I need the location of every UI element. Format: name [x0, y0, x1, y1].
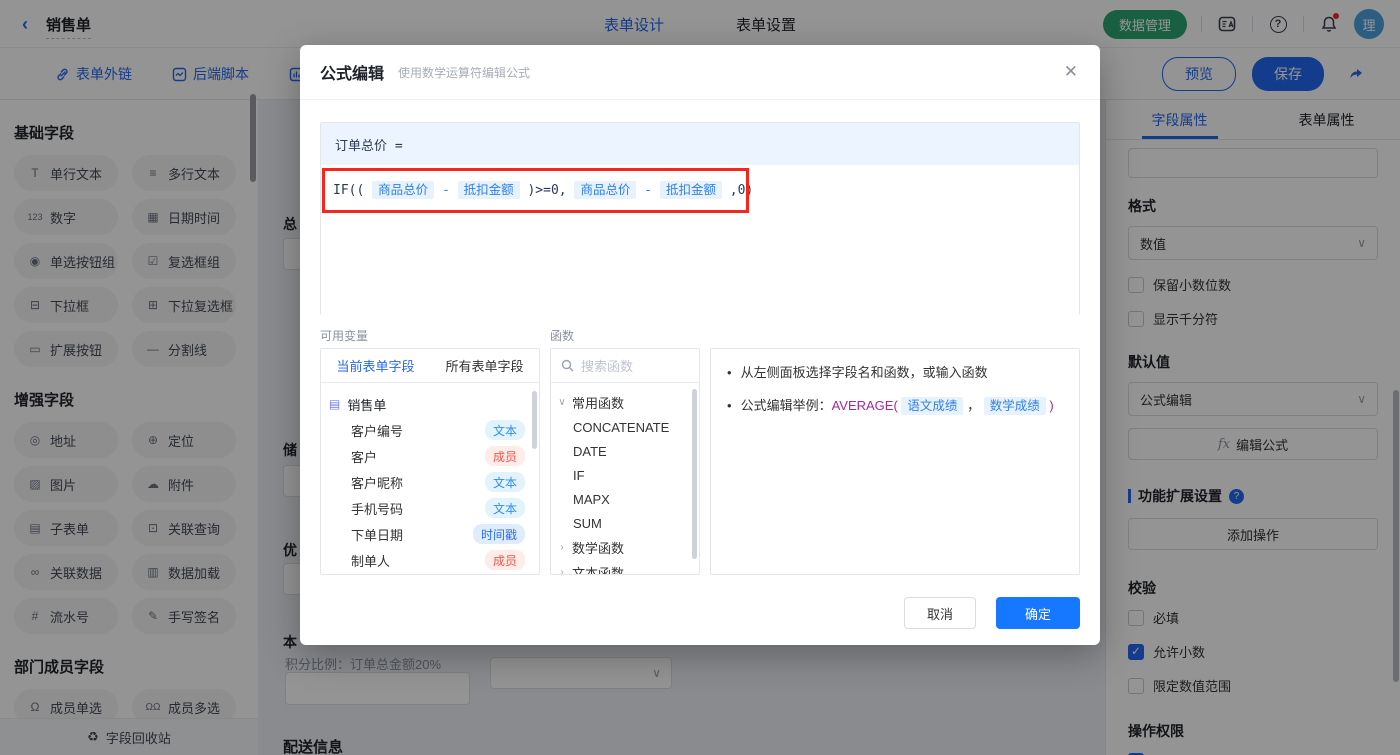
function-item[interactable]: MAPX	[557, 487, 693, 511]
tip-item: • 从左侧面板选择字段名和函数，或输入函数	[727, 363, 1065, 383]
function-item[interactable]: CONCATENATE	[557, 415, 693, 439]
variable-name: 下单日期	[351, 527, 404, 543]
variable-name: 手机号码	[351, 501, 404, 517]
formula-editor-box: 订单总价 = IF(( 商品总价 - 抵扣金额 )>=0, 商品总价 - 抵扣金…	[320, 122, 1080, 315]
modal-title: 公式编辑	[320, 66, 385, 83]
type-badge: 成员	[484, 446, 525, 466]
variable-row[interactable]: 手机号码 文本	[329, 495, 531, 521]
function-group-text[interactable]: › 文本函数	[557, 560, 693, 575]
function-item[interactable]: SUM	[557, 511, 693, 535]
tip-text: 公式编辑举例：AVERAGE( 语文成绩 ， 数学成绩 )	[740, 397, 1054, 415]
tab-current-form-fields[interactable]: 当前表单字段	[321, 349, 430, 382]
variable-row[interactable]: 客户 成员	[329, 443, 531, 469]
type-badge: 时间戳	[472, 524, 525, 544]
formula-target-field: 订单总价 =	[321, 123, 1079, 165]
variable-name: 客户昵称	[351, 475, 404, 491]
chevron-right-icon: ›	[560, 567, 564, 575]
formula-operator: -	[441, 183, 450, 198]
type-badge: 成员	[484, 550, 525, 570]
function-search[interactable]: 搜索函数	[551, 349, 699, 383]
field-chip: 数学成绩	[983, 397, 1046, 415]
variable-name: 制单人	[351, 553, 391, 569]
functions-label: 函数	[550, 329, 575, 343]
tips-panel: • 从左侧面板选择字段名和函数，或输入函数 • 公式编辑举例：AVERAGE( 语…	[710, 348, 1080, 575]
variable-name: 客户编号	[351, 423, 404, 439]
tip-text: 从左侧面板选择字段名和函数，或输入函数	[740, 365, 988, 380]
modal-header: 公式编辑 使用数学运算符编辑公式	[300, 45, 1100, 100]
type-badge: 文本	[484, 472, 525, 492]
function-item[interactable]: DATE	[557, 439, 693, 463]
function-item[interactable]: IF	[557, 463, 693, 487]
variable-row[interactable]: 客户编号 文本	[329, 417, 531, 443]
type-badge: 文本	[484, 420, 525, 440]
form-icon: ▤	[329, 397, 341, 411]
variable-row[interactable]: 客户昵称 文本	[329, 469, 531, 495]
form-node[interactable]: ▤ 销售单	[329, 391, 531, 417]
variables-label: 可用变量	[320, 329, 369, 343]
variables-panel: 当前表单字段 所有表单字段 ▤ 销售单 客户编号 文本 客户 成员 客户昵称 文本 手机…	[320, 348, 540, 575]
close-icon[interactable]: ✕	[1064, 63, 1078, 80]
variable-row[interactable]: 制单人 成员	[329, 547, 531, 573]
formula-operator: -	[644, 183, 653, 198]
formula-input-area[interactable]: IF(( 商品总价 - 抵扣金额 )>=0, 商品总价 - 抵扣金额 ,0)	[321, 165, 1079, 315]
group-label: 常用函数	[572, 396, 625, 411]
formula-text: )>=0,	[527, 183, 567, 198]
modal-subtitle: 使用数学运算符编辑公式	[398, 65, 531, 80]
field-chip[interactable]: 抵扣金额	[659, 181, 722, 199]
chevron-down-icon: ∨	[558, 397, 566, 408]
function-group-common[interactable]: ∨ 常用函数	[557, 390, 693, 415]
bullet: •	[727, 398, 732, 413]
function-tree: ∨ 常用函数 CONCATENATE DATE IF MAPX SUM › 数学函数…	[551, 383, 699, 575]
search-placeholder: 搜索函数	[581, 359, 634, 374]
group-label: 数学函数	[572, 541, 625, 556]
tip-item: • 公式编辑举例：AVERAGE( 语文成绩 ， 数学成绩 )	[727, 396, 1065, 416]
variable-row[interactable]: 下单日期 时间戳	[329, 521, 531, 547]
bullet: •	[727, 365, 732, 380]
field-chip: 语文成绩	[901, 397, 964, 415]
field-chip[interactable]: 抵扣金额	[457, 181, 520, 199]
formula-text: IF((	[333, 183, 365, 198]
function-name-example: AVERAGE(	[831, 398, 898, 413]
modal-footer: 取消 确定	[904, 597, 1080, 629]
variables-list: ▤ 销售单 客户编号 文本 客户 成员 客户昵称 文本 手机号码 文本 下单日期 时间戳 制…	[321, 383, 539, 573]
field-chip[interactable]: 商品总价	[372, 181, 435, 199]
variables-scrollbar[interactable]	[532, 391, 537, 449]
variable-name: 客户	[351, 449, 378, 465]
group-label: 文本函数	[572, 566, 625, 575]
functions-panel: 搜索函数 ∨ 常用函数 CONCATENATE DATE IF MAPX SUM …	[550, 348, 700, 575]
cancel-button[interactable]: 取消	[904, 597, 976, 629]
formula-editor-modal: 公式编辑 使用数学运算符编辑公式 ✕ 订单总价 = IF(( 商品总价 - 抵扣…	[300, 45, 1100, 645]
type-badge: 文本	[484, 498, 525, 518]
variables-tabs: 当前表单字段 所有表单字段	[321, 349, 539, 383]
functions-scrollbar[interactable]	[692, 389, 697, 559]
formula-text: ,0)	[729, 183, 754, 198]
confirm-button[interactable]: 确定	[996, 597, 1080, 629]
function-group-math[interactable]: › 数学函数	[557, 535, 693, 560]
field-chip[interactable]: 商品总价	[574, 181, 637, 199]
chevron-right-icon: ›	[560, 542, 564, 553]
search-icon	[561, 359, 574, 372]
form-name: 销售单	[347, 397, 387, 413]
tab-all-form-fields[interactable]: 所有表单字段	[430, 349, 539, 382]
